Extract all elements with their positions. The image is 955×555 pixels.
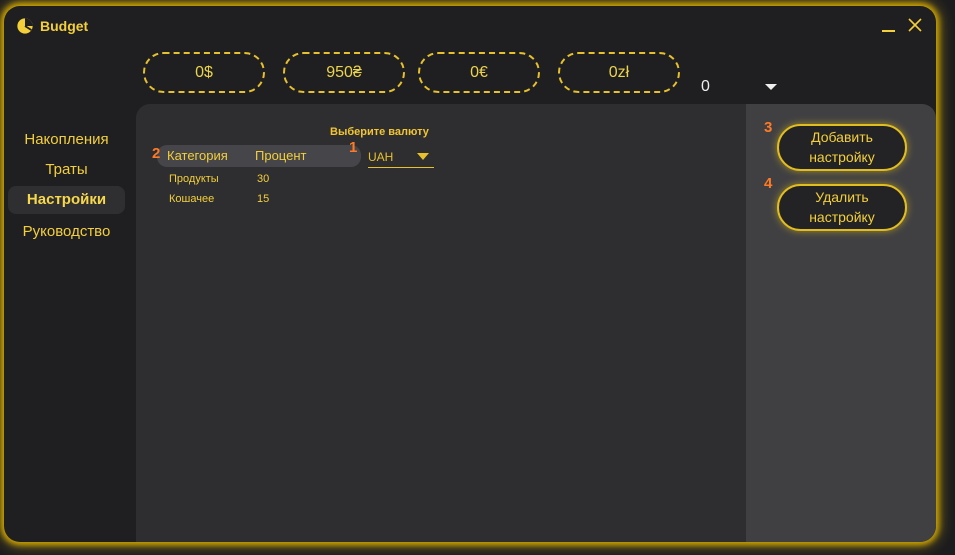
extra-balance-value: 0: [701, 78, 710, 95]
marker-4: 4: [764, 175, 773, 192]
delete-setting-button[interactable]: Удалить настройку: [777, 184, 907, 231]
chevron-down-icon[interactable]: [764, 82, 778, 92]
balance-usd: 0$: [143, 52, 265, 93]
sidebar-item-settings[interactable]: Настройки: [8, 186, 125, 214]
sidebar-item-guide[interactable]: Руководство: [8, 218, 125, 246]
sidebar-item-savings[interactable]: Накопления: [8, 126, 125, 154]
column-header-category: Категория: [167, 148, 228, 163]
app-title: Budget: [40, 18, 89, 34]
column-header-percent: Процент: [255, 148, 307, 163]
currency-select[interactable]: UAH: [368, 147, 434, 168]
settings-panel: [136, 104, 746, 542]
sidebar-item-expenses[interactable]: Траты: [8, 156, 125, 184]
table-row-percent[interactable]: 30: [257, 173, 269, 185]
table-row-category[interactable]: Кошачее: [169, 193, 214, 205]
pie-chart-logo-icon: [17, 18, 33, 34]
table-row-category[interactable]: Продукты: [169, 173, 219, 185]
app-window: Budget 0$ 950₴ 0€ 0zł 0 Накопления Траты…: [4, 6, 936, 542]
balance-uah: 950₴: [283, 52, 405, 93]
minimize-icon[interactable]: [880, 16, 898, 34]
chevron-down-icon: [417, 153, 429, 160]
close-icon[interactable]: [906, 16, 924, 34]
balance-pln: 0zł: [558, 52, 680, 93]
currency-select-value: UAH: [368, 150, 394, 164]
marker-2: 2: [152, 145, 161, 162]
balance-eur: 0€: [418, 52, 540, 93]
currency-label: Выберите валюту: [330, 126, 429, 138]
add-setting-button[interactable]: Добавить настройку: [777, 124, 907, 171]
marker-3: 3: [764, 119, 773, 136]
settings-table-header: Категория Процент: [157, 145, 361, 167]
marker-1: 1: [349, 139, 358, 156]
table-row-percent[interactable]: 15: [257, 193, 269, 205]
